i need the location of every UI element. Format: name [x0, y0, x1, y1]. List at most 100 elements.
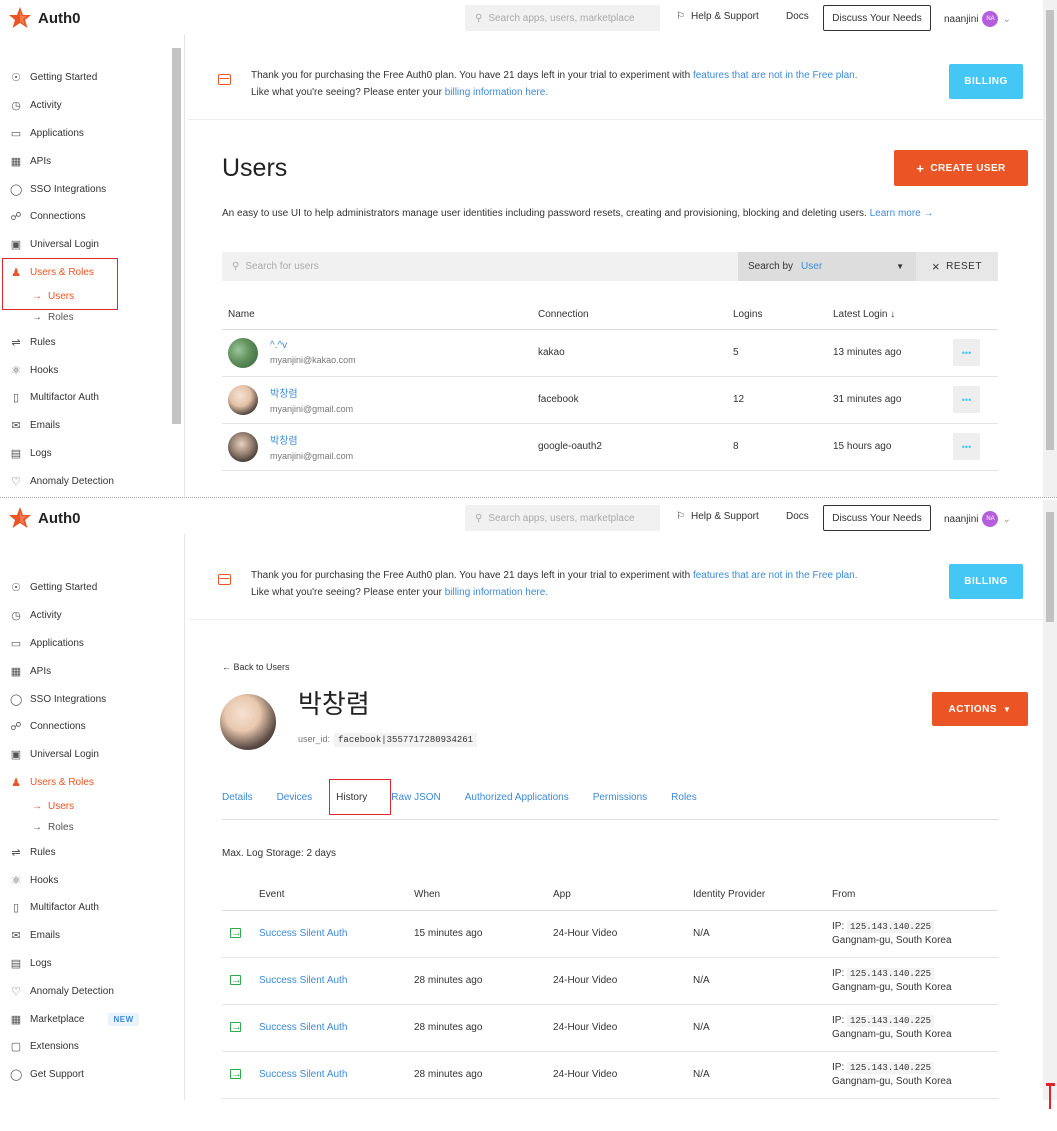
sidebar-item-get-support[interactable]: ◯ Get Support: [8, 1061, 178, 1089]
user-name-link[interactable]: 박창렴: [270, 432, 353, 447]
back-to-users-link[interactable]: ← Back to Users: [222, 662, 290, 672]
sidebar-item-sso-integrations[interactable]: ◯ SSO Integrations: [8, 685, 178, 713]
sidebar-item-multifactor-auth[interactable]: ▯ Multifactor Auth: [8, 384, 178, 412]
activity-icon: ◷: [11, 610, 21, 623]
row-menu-button[interactable]: •••: [953, 339, 980, 366]
tab-permissions[interactable]: Permissions: [593, 786, 659, 820]
sidebar-item-getting-started[interactable]: ☉ Getting Started: [8, 574, 178, 602]
discuss-button[interactable]: Discuss Your Needs: [823, 505, 931, 531]
global-search-input[interactable]: ⚲ Search apps, users, marketplace: [465, 505, 660, 531]
help-support-link[interactable]: ⚐ Help & Support: [676, 11, 759, 22]
event-link[interactable]: Success Silent Auth: [259, 957, 414, 1005]
tab-roles[interactable]: Roles: [671, 786, 709, 820]
sidebar-item-emails[interactable]: ✉ Emails: [8, 922, 178, 950]
col-latest-login[interactable]: Latest Login ↓: [827, 300, 947, 330]
login-success-icon: →: [230, 927, 242, 939]
sidebar-item-multifactor-auth[interactable]: ▯ Multifactor Auth: [8, 894, 178, 922]
row-menu-button[interactable]: •••: [953, 433, 980, 460]
latest-login-cell: 13 minutes ago: [827, 329, 947, 377]
learn-more-link[interactable]: Learn more: [870, 208, 921, 219]
sidebar-item-applications[interactable]: ▭ Applications: [8, 120, 178, 148]
when-cell: 28 minutes ago: [414, 957, 553, 1005]
more-icon: •••: [961, 441, 972, 452]
more-icon: •••: [961, 394, 972, 405]
features-link[interactable]: features that are not in the Free plan.: [693, 70, 858, 81]
docs-link[interactable]: Docs: [786, 11, 809, 22]
tab-raw-json[interactable]: Raw JSON: [391, 786, 452, 820]
sidebar-item-anomaly-detection[interactable]: ♡ Anomaly Detection: [8, 467, 178, 495]
login-success-icon: →: [230, 974, 242, 986]
top-bar: Auth0 ⚲ Search apps, users, marketplace ⚐…: [0, 500, 1057, 534]
tab-devices[interactable]: Devices: [277, 786, 325, 820]
sidebar-item-activity[interactable]: ◷ Activity: [8, 602, 178, 630]
col-logins: Logins: [727, 300, 827, 330]
sidebar-item-connections[interactable]: ☍ Connections: [8, 713, 178, 741]
sidebar-item-apis[interactable]: ▦ APIs: [8, 657, 178, 685]
sidebar-item-anomaly-detection[interactable]: ♡ Anomaly Detection: [8, 977, 178, 1005]
sidebar-item-universal-login[interactable]: ▣ Universal Login: [8, 231, 178, 259]
billing-button[interactable]: BILLING: [949, 564, 1023, 599]
search-by-select[interactable]: Search by User ▼: [738, 252, 916, 281]
sidebar-item-logs[interactable]: ▤ Logs: [8, 950, 178, 978]
table-row[interactable]: → Success Silent Auth 28 minutes ago 24-…: [222, 1004, 998, 1052]
sidebar-item-getting-started[interactable]: ☉ Getting Started: [8, 64, 178, 92]
tab-details[interactable]: Details: [222, 786, 265, 820]
sidebar-item-hooks[interactable]: ⚛ Hooks: [8, 866, 178, 894]
table-row[interactable]: → Success Silent Auth 15 minutes ago 24-…: [222, 910, 998, 958]
page-scrollbar[interactable]: [1043, 500, 1057, 1100]
sidebar-item-rules[interactable]: ⇌ Rules: [8, 838, 178, 866]
table-row[interactable]: 박창렴 myanjini@gmail.com google-oauth2 8 15…: [222, 423, 998, 471]
help-support-link[interactable]: ⚐ Help & Support: [676, 511, 759, 522]
auth0-logo[interactable]: Auth0: [8, 6, 81, 30]
sidebar-subitem-roles[interactable]: → Roles: [8, 307, 178, 328]
user-menu[interactable]: naanjini NA ⌄: [944, 11, 1011, 27]
sidebar-subitem-users[interactable]: → Users: [8, 796, 178, 817]
sidebar-item-extensions[interactable]: ▢ Extensions: [8, 1033, 178, 1061]
user-name-link[interactable]: ^.^v: [270, 340, 356, 351]
create-user-button[interactable]: + CREATE USER: [894, 150, 1028, 186]
sidebar: ☉ Getting Started ◷ Activity ▭ Applications ▦ A…: [0, 34, 185, 497]
logins-cell: 12: [727, 376, 827, 424]
event-link[interactable]: Success Silent Auth: [259, 1004, 414, 1052]
col-connection: Connection: [532, 300, 727, 330]
sidebar-subitem-roles[interactable]: → Roles: [8, 817, 178, 838]
billing-info-link[interactable]: billing information here.: [445, 587, 548, 598]
page-scrollbar[interactable]: [1043, 0, 1057, 497]
table-row[interactable]: → Success Silent Auth 28 minutes ago 24-…: [222, 957, 998, 1005]
reset-button[interactable]: × RESET: [916, 252, 998, 281]
sidebar-item-logs[interactable]: ▤ Logs: [8, 440, 178, 468]
actions-button[interactable]: ACTIONS ▼: [932, 692, 1028, 726]
auth0-logo[interactable]: Auth0: [8, 506, 81, 530]
table-row[interactable]: ^.^v myanjini@kakao.com kakao 5 13 minute…: [222, 329, 998, 377]
sidebar-item-connections[interactable]: ☍ Connections: [8, 203, 178, 231]
event-link[interactable]: Success Silent Auth: [259, 910, 414, 958]
sidebar-item-emails[interactable]: ✉ Emails: [8, 412, 178, 440]
event-link[interactable]: Success Silent Auth: [259, 1051, 414, 1099]
sidebar-item-users-roles[interactable]: ♟ Users & Roles: [8, 769, 178, 797]
sidebar-item-sso-integrations[interactable]: ◯ SSO Integrations: [8, 175, 178, 203]
marketplace-icon: ▦: [10, 1013, 22, 1026]
billing-button[interactable]: BILLING: [949, 64, 1023, 99]
highlight-box-users-roles: [2, 258, 118, 310]
tab-authorized-applications[interactable]: Authorized Applications: [465, 786, 581, 820]
user-search-input[interactable]: ⚲ Search for users: [222, 252, 738, 281]
sidebar-item-activity[interactable]: ◷ Activity: [8, 92, 178, 120]
billing-info-link[interactable]: billing information here.: [445, 87, 548, 98]
user-name-link[interactable]: 박창렴: [270, 385, 353, 400]
docs-link[interactable]: Docs: [786, 511, 809, 522]
table-row[interactable]: → Success Silent Auth 28 minutes ago 24-…: [222, 1051, 998, 1099]
sidebar-item-apis[interactable]: ▦ APIs: [8, 147, 178, 175]
discuss-button[interactable]: Discuss Your Needs: [823, 5, 931, 31]
sidebar-item-universal-login[interactable]: ▣ Universal Login: [8, 741, 178, 769]
col-app: App: [553, 880, 693, 911]
sidebar-item-rules[interactable]: ⇌ Rules: [8, 328, 178, 356]
cursor-marker-icon: [1046, 1083, 1055, 1109]
user-menu[interactable]: naanjini NA ⌄: [944, 511, 1011, 527]
features-link[interactable]: features that are not in the Free plan.: [693, 570, 858, 581]
table-row[interactable]: 박창렴 myanjini@gmail.com facebook 12 31 min…: [222, 376, 998, 424]
global-search-input[interactable]: ⚲ Search apps, users, marketplace: [465, 5, 660, 31]
sidebar-item-marketplace[interactable]: ▦ Marketplace NEW: [8, 1005, 178, 1033]
row-menu-button[interactable]: •••: [953, 386, 980, 413]
sidebar-item-applications[interactable]: ▭ Applications: [8, 630, 178, 658]
sidebar-item-hooks[interactable]: ⚛ Hooks: [8, 356, 178, 384]
